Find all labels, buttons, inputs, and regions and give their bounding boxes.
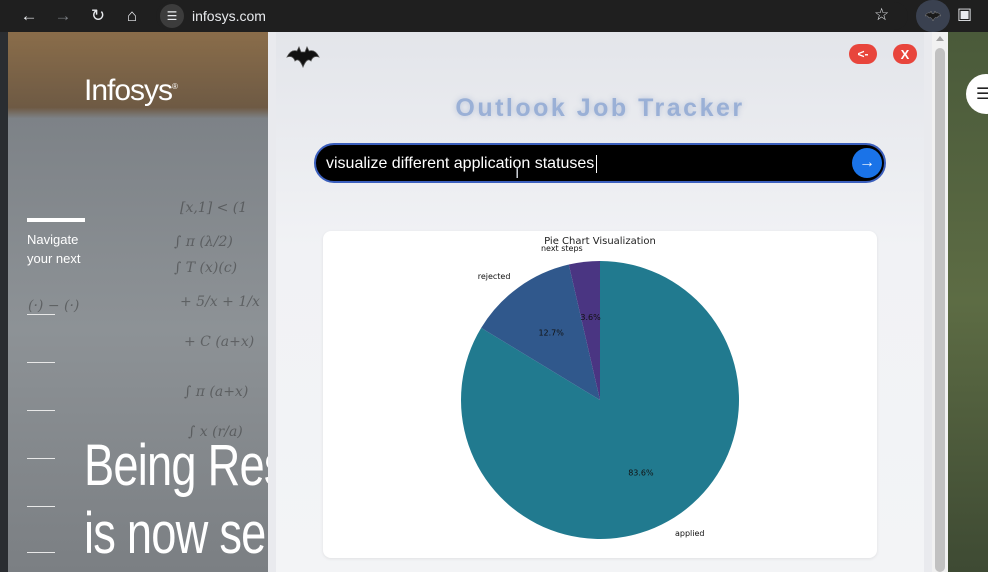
extension-popup: <- X Outlook Job Tracker I → Pie Chart V… xyxy=(268,32,932,572)
pie-pct-label: 83.6% xyxy=(628,469,654,478)
pie-slice-label: next steps xyxy=(541,244,583,253)
hero-headline-line1: Being Resi xyxy=(84,433,296,498)
nav-dash[interactable] xyxy=(27,410,55,411)
popup-scrollbar[interactable] xyxy=(932,32,948,572)
pie-slice-label: applied xyxy=(675,529,705,538)
browser-toolbar: ← → ↻ ⌂ ☰ infosys.com ☆ ▣ xyxy=(0,0,988,32)
scroll-up-icon[interactable] xyxy=(936,36,944,41)
pie-slice-label: rejected xyxy=(478,272,511,281)
close-button[interactable]: X xyxy=(893,44,917,64)
site-info-icon[interactable]: ☰ xyxy=(160,4,184,28)
ibeam-cursor-icon: I xyxy=(515,165,520,182)
nav-dash[interactable] xyxy=(27,458,55,459)
nav-dash[interactable] xyxy=(27,506,55,507)
back-icon[interactable]: ← xyxy=(17,4,41,28)
bookmark-star-icon[interactable]: ☆ xyxy=(874,5,889,25)
pie-pct-label: 12.7% xyxy=(538,328,564,337)
extensions-puzzle-icon[interactable]: ▣ xyxy=(957,4,972,24)
nav-dash[interactable] xyxy=(27,314,55,315)
reload-icon[interactable]: ↻ xyxy=(86,4,110,28)
forward-icon[interactable]: → xyxy=(51,4,75,28)
arrow-right-icon: → xyxy=(859,154,875,171)
pie-pct-label: 3.6% xyxy=(580,313,601,322)
scroll-thumb[interactable] xyxy=(935,48,945,572)
chart-card: Pie Chart Visualization 83.6% applied 12.7… xyxy=(323,231,877,558)
text-caret xyxy=(596,155,597,173)
back-button[interactable]: <- xyxy=(849,44,877,64)
infosys-logo[interactable]: Infosys® xyxy=(84,74,178,108)
page-edge xyxy=(0,32,8,572)
pie-chart: Pie Chart Visualization 83.6%applied12.7… xyxy=(460,236,739,539)
url-text[interactable]: infosys.com xyxy=(192,8,266,24)
send-button[interactable]: → xyxy=(852,148,882,178)
nav-label[interactable]: Navigate your next xyxy=(27,230,107,268)
popup-content: <- X Outlook Job Tracker I → Pie Chart V… xyxy=(276,32,924,572)
home-icon[interactable]: ⌂ xyxy=(120,4,144,28)
query-input[interactable] xyxy=(326,153,846,175)
nav-dash[interactable] xyxy=(27,552,55,553)
bat-logo-icon xyxy=(286,46,320,68)
hero-headline-line2: is now ser xyxy=(84,501,281,566)
page-title: Outlook Job Tracker xyxy=(455,94,745,122)
query-box[interactable]: I → xyxy=(314,143,886,183)
nav-active-indicator xyxy=(27,218,85,222)
nav-dash[interactable] xyxy=(27,362,55,363)
address-bar[interactable] xyxy=(156,2,908,30)
extension-icon[interactable] xyxy=(916,0,950,32)
